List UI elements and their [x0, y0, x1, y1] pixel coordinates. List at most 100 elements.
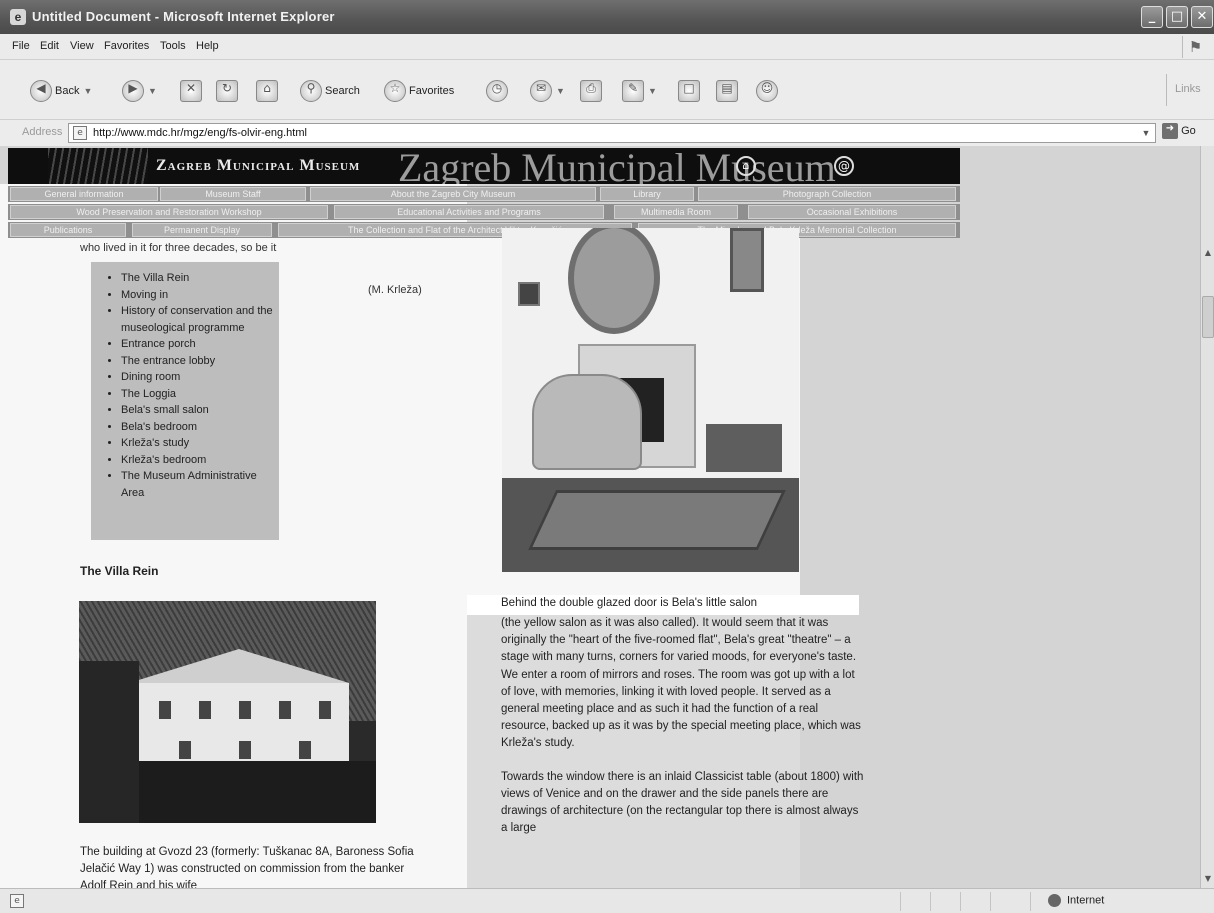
globe-icon	[1048, 894, 1061, 907]
refresh-button[interactable]: ↻	[216, 80, 238, 104]
stop-button[interactable]: ✕	[180, 80, 202, 104]
go-button[interactable]: ➜ Go	[1162, 123, 1210, 143]
window-title: Untitled Document - Microsoft Internet E…	[32, 9, 335, 24]
chevron-down-icon: ▼	[83, 86, 93, 96]
toc-item[interactable]: The Museum Administrative Area	[121, 468, 273, 501]
security-zone: Internet	[1048, 894, 1104, 907]
toc-item[interactable]: Bela's small salon	[121, 402, 273, 419]
menu-help[interactable]: Help	[196, 40, 219, 52]
toc-item[interactable]: The entrance lobby	[121, 353, 273, 370]
windows-flag-icon: ⚑	[1182, 36, 1208, 58]
back-arrow-icon: ◀	[30, 80, 52, 102]
toc-item[interactable]: Moving in	[121, 287, 273, 304]
edit-icon: ✎	[622, 80, 644, 102]
paragraph: Towards the window there is an inlaid Cl…	[501, 770, 864, 835]
site-banner: Zagreb Municipal Museum Zagreb Municipal…	[8, 148, 960, 184]
address-url: http://www.mdc.hr/mgz/eng/fs-olvir-eng.h…	[93, 127, 307, 139]
section-title: The Villa Rein	[80, 564, 159, 578]
toc-item[interactable]: Krleža's study	[121, 435, 273, 452]
mail-icon: ✉	[530, 80, 552, 102]
home-icon: ⌂	[256, 80, 278, 102]
print-button[interactable]: ⎙	[580, 80, 602, 104]
discuss-button[interactable]: □	[678, 80, 700, 104]
toc-item[interactable]: The Loggia	[121, 386, 273, 403]
toc-item[interactable]: The Villa Rein	[121, 270, 273, 287]
messenger-button[interactable]: ☺	[756, 80, 778, 104]
page-icon: e	[73, 126, 87, 140]
nav-general-information[interactable]: General information	[10, 187, 158, 201]
site-title-watermark: Zagreb Municipal Museum	[398, 148, 836, 184]
home-icon[interactable]: ⌂	[736, 156, 756, 176]
quote-line: who lived in it for three decades, so be…	[80, 242, 277, 254]
nav-multimedia-room[interactable]: Multimedia Room	[614, 205, 738, 219]
research-icon: ▤	[716, 80, 738, 102]
print-icon: ⎙	[580, 80, 602, 102]
nav-about-museum[interactable]: About the Zagreb City Museum	[310, 187, 596, 201]
nav-photograph-collection[interactable]: Photograph Collection	[698, 187, 956, 201]
stop-icon: ✕	[180, 80, 202, 102]
chevron-down-icon[interactable]: ▼	[1139, 125, 1153, 141]
menu-edit[interactable]: Edit	[40, 40, 59, 52]
minimize-button[interactable]: _	[1141, 6, 1163, 28]
address-input[interactable]: e http://www.mdc.hr/mgz/eng/fs-olvir-eng…	[68, 123, 1156, 143]
scroll-down-icon[interactable]: ▼	[1202, 872, 1214, 886]
home-button[interactable]: ⌂	[256, 80, 278, 104]
chevron-down-icon: ▼	[556, 86, 565, 96]
discuss-icon: □	[678, 80, 700, 102]
table-of-contents: The Villa Rein Moving in History of cons…	[91, 262, 279, 540]
title-bar: e Untitled Document - Microsoft Internet…	[0, 0, 1214, 34]
menu-tools[interactable]: Tools	[160, 40, 186, 52]
nav-row-3: Publications Permanent Display The Colle…	[8, 222, 960, 238]
toc-item[interactable]: Krleža's bedroom	[121, 452, 273, 469]
maximize-button[interactable]: □	[1166, 6, 1188, 28]
search-icon: ⚲	[300, 80, 322, 102]
salon-lead-text: Behind the double glazed door is Bela's …	[467, 595, 859, 615]
search-button[interactable]: ⚲ Search	[300, 80, 360, 104]
mail-button[interactable]: ✉ ▼	[530, 80, 565, 104]
menu-file[interactable]: File	[12, 40, 30, 52]
menu-bar: File Edit View Favorites Tools Help ⚑	[0, 34, 1214, 60]
links-button[interactable]: Links	[1166, 74, 1214, 106]
status-bar: e Internet	[0, 888, 1214, 913]
nav-occasional-exhibitions[interactable]: Occasional Exhibitions	[748, 205, 956, 219]
vertical-scrollbar[interactable]: ▲ ▼	[1200, 146, 1214, 888]
nav-library[interactable]: Library	[600, 187, 694, 201]
chevron-down-icon: ▼	[648, 86, 657, 96]
nav-museum-staff[interactable]: Museum Staff	[160, 187, 306, 201]
go-arrow-icon: ➜	[1162, 123, 1178, 139]
email-icon[interactable]: @	[834, 156, 854, 176]
toc-item[interactable]: History of conservation and the museolog…	[121, 303, 273, 336]
nav-educational-activities[interactable]: Educational Activities and Programs	[334, 205, 604, 219]
nav-row-2: Wood Preservation and Restoration Worksh…	[8, 204, 960, 220]
refresh-icon: ↻	[216, 80, 238, 102]
research-button[interactable]: ▤	[716, 80, 738, 104]
toc-item[interactable]: Dining room	[121, 369, 273, 386]
salon-description: (the yellow salon as it was also called)…	[501, 615, 865, 853]
forward-button[interactable]: ▶ ▼	[122, 80, 157, 104]
favorites-button[interactable]: ☆ Favorites	[384, 80, 454, 104]
back-button[interactable]: ◀ Back ▼	[30, 80, 92, 104]
forward-arrow-icon: ▶	[122, 80, 144, 102]
toc-item[interactable]: Entrance porch	[121, 336, 273, 353]
villa-rein-photo	[79, 601, 376, 823]
nav-wood-workshop[interactable]: Wood Preservation and Restoration Worksh…	[10, 205, 328, 219]
toc-item[interactable]: Bela's bedroom	[121, 419, 273, 436]
scroll-thumb[interactable]	[1202, 296, 1214, 338]
history-button[interactable]: ◷	[486, 80, 508, 104]
quote-author: (M. Krleža)	[368, 284, 422, 296]
page-status-icon: e	[10, 894, 24, 908]
paragraph: (the yellow salon as it was also called)…	[501, 617, 861, 750]
edit-button[interactable]: ✎ ▼	[622, 80, 657, 104]
history-icon: ◷	[486, 80, 508, 102]
salon-photo	[502, 228, 799, 572]
nav-permanent-display[interactable]: Permanent Display	[132, 223, 272, 237]
site-title[interactable]: Zagreb Municipal Museum	[156, 157, 360, 175]
star-icon: ☆	[384, 80, 406, 102]
menu-view[interactable]: View	[70, 40, 94, 52]
close-button[interactable]: ✕	[1191, 6, 1213, 28]
address-bar: Address e http://www.mdc.hr/mgz/eng/fs-o…	[0, 120, 1214, 146]
scroll-up-icon[interactable]: ▲	[1202, 246, 1214, 260]
menu-favorites[interactable]: Favorites	[104, 40, 149, 52]
nav-publications[interactable]: Publications	[10, 223, 126, 237]
address-label: Address	[22, 126, 63, 138]
